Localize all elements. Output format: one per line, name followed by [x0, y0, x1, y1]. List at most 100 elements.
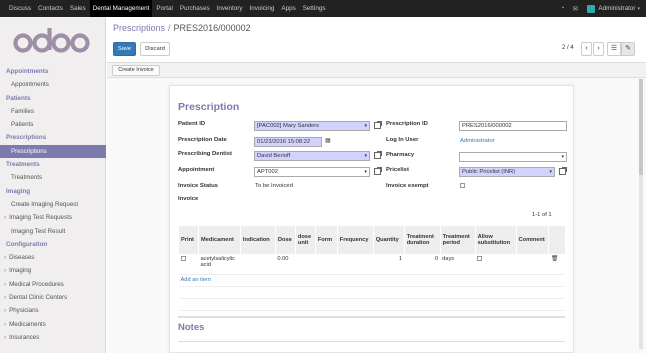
col-frequency[interactable]: Frequency: [336, 226, 374, 254]
sidebar-item-prescriptions[interactable]: Prescriptions: [0, 144, 106, 159]
edit-icon: ✎: [625, 45, 631, 52]
lines-pager-count: 1-1 of 1: [532, 212, 552, 218]
calendar-icon[interactable]: ▦: [325, 137, 331, 144]
add-item-link[interactable]: Add an item: [178, 274, 565, 287]
dose-cell[interactable]: 0.00: [275, 254, 296, 275]
notes-field[interactable]: [178, 341, 565, 353]
col-form[interactable]: Form: [314, 226, 338, 254]
save-button[interactable]: Save: [113, 42, 136, 56]
form-view-button[interactable]: ✎: [621, 42, 635, 56]
scrollbar[interactable]: [639, 79, 643, 349]
sidebar-item-diseases[interactable]: Diseases: [0, 251, 106, 264]
chevron-down-icon: ▾: [364, 123, 367, 129]
sidebar-item-dental-clinic-centers[interactable]: Dental Clinic Centers: [0, 291, 106, 304]
discard-button[interactable]: Discard: [140, 42, 170, 56]
list-view-button[interactable]: ☰: [607, 42, 621, 56]
prescription-id-field[interactable]: PRES2016/000002: [459, 121, 567, 131]
invoice-exempt-checkbox[interactable]: [460, 183, 465, 188]
sidebar-item-create-imaging-request[interactable]: Create Imaging Request: [0, 198, 106, 211]
col-print[interactable]: Print: [178, 226, 199, 254]
sidebar-item-imaging-test-result[interactable]: Imaging Test Result: [0, 225, 106, 238]
pharmacy-field[interactable]: ▾: [459, 152, 567, 162]
breadcrumb-prescriptions[interactable]: Prescriptions: [113, 23, 165, 33]
sidebar-item-families[interactable]: Families: [0, 105, 106, 118]
col-dose[interactable]: Dose: [274, 226, 296, 254]
table-row[interactable]: acetylsalicylic acid 0.00 1 0 days 🗑: [178, 254, 565, 275]
allow-substitution-checkbox[interactable]: [477, 256, 483, 261]
prescription-date-value: 01/23/2016 15:08:22: [257, 139, 311, 145]
pricelist-field[interactable]: Public Pricelist (INR) ▾: [459, 167, 555, 177]
filler-row: [178, 286, 565, 299]
pager-next-button[interactable]: ›: [593, 42, 604, 56]
chevron-left-icon: ‹: [585, 45, 588, 52]
sidebar-item-physicians[interactable]: Physicians: [0, 304, 106, 317]
appointment-field[interactable]: APT002 ▾: [254, 167, 370, 177]
comment-cell[interactable]: [516, 254, 549, 275]
sidebar-item-insurances[interactable]: Insurances: [0, 331, 106, 344]
menu-discuss[interactable]: Discuss: [9, 0, 31, 17]
appointment-value: APT002: [257, 169, 278, 175]
patient-id-field[interactable]: [PAC002] Mary Sanders ▾: [254, 121, 370, 131]
scrollbar-thumb[interactable]: [639, 79, 643, 175]
avatar[interactable]: [587, 4, 596, 13]
print-checkbox[interactable]: [180, 256, 186, 261]
menu-contacts[interactable]: Contacts: [38, 0, 63, 17]
menu-apps[interactable]: Apps: [281, 0, 295, 17]
frequency-cell[interactable]: [337, 254, 374, 275]
user-menu[interactable]: Administrator: [598, 5, 635, 12]
menu-inventory[interactable]: Inventory: [217, 0, 243, 17]
chat-icon[interactable]: ✉: [573, 5, 579, 13]
pager-previous-button[interactable]: ‹: [581, 42, 592, 56]
col-treatment-period[interactable]: Treatment period: [439, 226, 476, 254]
form-cell[interactable]: [315, 254, 338, 275]
external-link-icon[interactable]: [374, 167, 382, 175]
external-link-icon[interactable]: [374, 121, 382, 129]
log-in-user-link[interactable]: Administrator: [460, 138, 495, 144]
col-indication[interactable]: Indication: [239, 226, 276, 254]
create-invoice-button[interactable]: Create Invoice: [112, 65, 160, 76]
col-allow-substitution[interactable]: Allow substitution: [474, 226, 517, 254]
menu-purchases[interactable]: Purchases: [180, 0, 210, 17]
log-in-user-label: Log In User: [386, 137, 419, 143]
col-medicament[interactable]: Medicament: [197, 226, 241, 254]
breadcrumb-separator: /: [168, 23, 171, 33]
sidebar-item-imaging[interactable]: Imaging: [0, 264, 106, 277]
menu-settings[interactable]: Settings: [303, 0, 326, 17]
chevron-down-icon[interactable]: ▾: [637, 6, 640, 12]
pricelist-value: Public Pricelist (INR): [462, 169, 516, 175]
external-link-icon[interactable]: [559, 167, 567, 175]
sidebar-item-medical-procedures[interactable]: Medical Procedures: [0, 278, 106, 291]
col-quantity[interactable]: Quantity: [372, 226, 405, 254]
odoo-logo[interactable]: [13, 26, 93, 58]
col-dose-unit[interactable]: dose unit: [294, 226, 316, 254]
treatment-duration-cell[interactable]: 0: [404, 254, 441, 275]
prescription-date-field[interactable]: 01/23/2016 15:08:22: [254, 137, 322, 147]
sidebar-item-appointments[interactable]: Appointments: [0, 78, 106, 91]
activity-icon[interactable]: ◔: [560, 5, 564, 12]
trash-icon[interactable]: 🗑: [551, 256, 558, 262]
chevron-down-icon: ▾: [364, 153, 367, 159]
menu-sales[interactable]: Sales: [70, 0, 86, 17]
menu-dental-management[interactable]: Dental Management: [89, 0, 153, 17]
odoo-logo-icon: [13, 28, 90, 53]
dose-unit-cell[interactable]: [295, 254, 316, 275]
prescribing-dentist-value: David Berioff: [257, 153, 291, 159]
pager-value[interactable]: 2 / 4: [562, 45, 574, 51]
sidebar-item-imaging-test-requests[interactable]: Imaging Test Requests: [0, 211, 106, 224]
breadcrumb-current: PRES2016/000002: [173, 23, 251, 33]
menu-invoicing[interactable]: Invoicing: [250, 0, 275, 17]
appointment-label: Appointment: [178, 167, 215, 173]
menu-portal[interactable]: Portal: [156, 0, 172, 17]
treatment-period-cell[interactable]: days: [440, 254, 476, 275]
col-comment[interactable]: Comment: [515, 226, 549, 254]
invoice-status-label: Invoice Status: [178, 183, 218, 189]
medicament-cell[interactable]: acetylsalicylic acid: [198, 254, 241, 275]
external-link-icon[interactable]: [374, 151, 382, 159]
quantity-cell[interactable]: 1: [373, 254, 405, 275]
indication-cell[interactable]: [240, 254, 276, 275]
sidebar-item-treatments[interactable]: Treatments: [0, 171, 106, 184]
sidebar-item-medicaments[interactable]: Medicaments: [0, 318, 106, 331]
col-treatment-duration[interactable]: Treatment duration: [403, 226, 441, 254]
sidebar-item-patients[interactable]: Patients: [0, 118, 106, 131]
prescribing-dentist-field[interactable]: David Berioff ▾: [254, 151, 370, 161]
